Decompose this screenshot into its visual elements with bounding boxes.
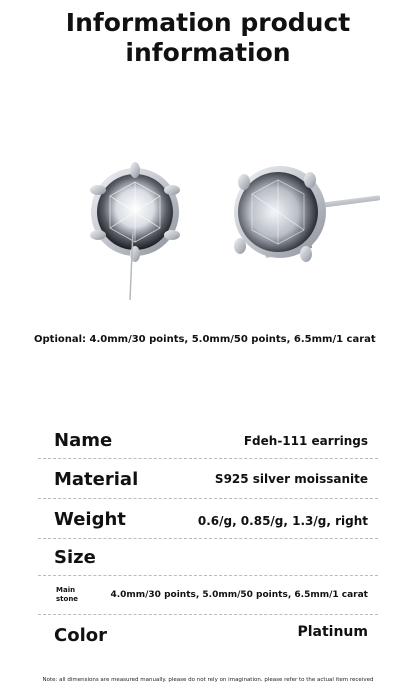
spec-value: 0.6/g, 0.85/g, 1.3/g, right: [197, 514, 368, 528]
spec-label: Name: [54, 430, 113, 451]
spec-value: 4.0mm/30 points, 5.0mm/50 points, 6.5mm/…: [110, 590, 368, 600]
spec-label: Weight: [54, 509, 126, 530]
earrings-product-image: [90, 162, 380, 301]
page-title-line-2: information: [125, 38, 291, 67]
spec-label: Color: [54, 625, 107, 646]
disclaimer-note: Note: all dimensions are measured manual…: [42, 677, 374, 683]
spec-row-color: Color Platinum: [38, 615, 378, 655]
spec-value: Platinum: [297, 624, 368, 640]
side-view-earring: [234, 166, 380, 262]
page-title-line-1: Information product: [65, 8, 351, 37]
spec-row-size: Size: [38, 539, 378, 576]
spec-value: S925 silver moissanite: [214, 472, 368, 486]
spec-table: Name Fdeh-111 earrings Material S925 sil…: [38, 420, 378, 655]
size-options-text: Optional: 4.0mm/30 points, 5.0mm/50 poin…: [34, 334, 376, 345]
spec-row-name: Name Fdeh-111 earrings: [38, 420, 378, 459]
front-view-earring: [90, 162, 180, 301]
spec-label: Material: [54, 469, 139, 490]
spec-row-weight: Weight 0.6/g, 0.85/g, 1.3/g, right: [38, 499, 378, 539]
spec-value: Fdeh-111 earrings: [243, 434, 368, 448]
spec-label: Main stone: [56, 586, 79, 603]
spec-label: Size: [54, 547, 96, 568]
spec-row-main-stone: Main stone 4.0mm/30 points, 5.0mm/50 poi…: [38, 576, 378, 615]
page-title: Information product information: [0, 8, 416, 68]
spec-row-material: Material S925 silver moissanite: [38, 459, 378, 499]
